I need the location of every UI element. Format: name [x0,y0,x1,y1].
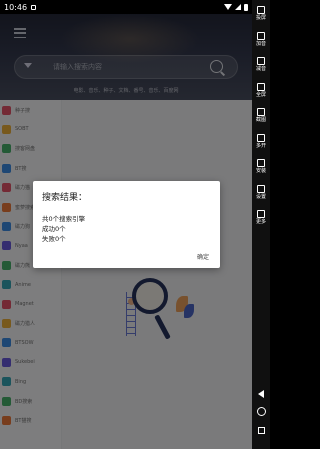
recent-apps-icon[interactable] [258,427,265,434]
dialog-fail-count: 失败0个 [42,235,66,243]
install-icon [257,159,265,167]
screenshot-icon [257,108,265,116]
settings-icon [257,184,265,193]
more-icon [257,210,265,218]
fullscreen-icon [257,82,265,91]
notification-icon [31,4,37,10]
app-screen: 10:46 请输入搜索内容 电影、音乐、种子、文档、番号、音乐、百度网 种子搜S… [0,0,252,449]
wifi-icon [224,4,232,10]
multi-window-icon [257,133,265,142]
home-icon[interactable] [257,407,266,416]
emulator-toolbar: 投屏加音减音全屏截图多开安装设置更多 [252,0,270,449]
toolbar-button[interactable]: 投屏 [252,6,270,22]
dialog-engine-count: 共0个搜索引擎 [42,215,86,223]
toolbar-button[interactable]: 加音 [252,31,270,48]
toolbar-button[interactable]: 多开 [252,133,270,150]
toolbar-button-label: 更多 [255,219,266,225]
toolbar-button-label: 多开 [255,142,266,149]
toolbar-button-label: 安装 [255,168,266,174]
toolbar-button-label: 设置 [255,193,266,200]
status-bar: 10:46 [0,0,252,14]
dialog-ok-button[interactable]: 确定 [197,252,209,261]
status-time: 10:46 [4,2,28,12]
toolbar-button-label: 截图 [255,117,266,123]
search-result-dialog: 搜索结果： 共0个搜索引擎 成功0个 失败0个 确定 [33,181,220,268]
toolbar-button[interactable]: 安装 [252,159,270,175]
battery-icon [244,3,248,11]
toolbar-button[interactable]: 更多 [252,210,270,226]
volume-down-icon [257,57,265,65]
dialog-success-count: 成功0个 [42,225,66,233]
toolbar-button[interactable]: 减音 [252,57,270,73]
toolbar-button-label: 投屏 [255,15,266,21]
toolbar-button-label: 全屏 [255,91,266,98]
toolbar-button-label: 加音 [255,40,266,47]
toolbar-button[interactable]: 截图 [252,108,270,124]
dialog-title: 搜索结果： [42,193,88,203]
toolbar-button-label: 减音 [255,66,266,72]
toolbar-button[interactable]: 全屏 [252,82,270,99]
back-icon[interactable] [258,390,264,398]
signal-icon [235,4,241,10]
volume-up-icon [257,31,265,40]
toolbar-button[interactable]: 设置 [252,184,270,201]
cast-icon [257,6,265,14]
